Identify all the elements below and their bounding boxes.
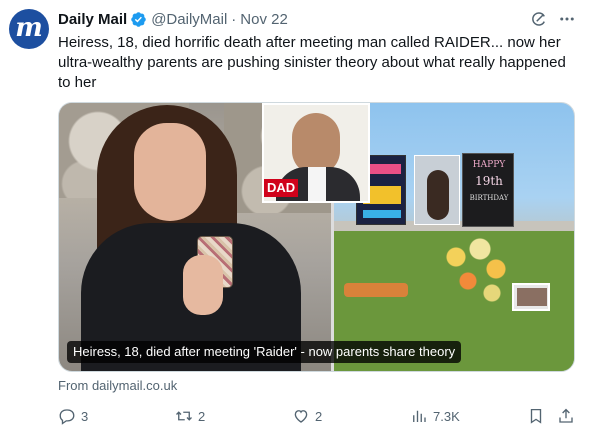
repost-button[interactable]: 2 bbox=[175, 405, 205, 427]
sign-text-age: 19th bbox=[475, 174, 503, 188]
post-media[interactable]: HAPPY 19th BIRTHDAY DAD Heiress, 18, die… bbox=[58, 102, 575, 372]
share-button[interactable] bbox=[557, 405, 575, 427]
reply-icon bbox=[59, 409, 75, 425]
like-icon bbox=[294, 410, 308, 423]
more-icon[interactable] bbox=[557, 10, 577, 28]
share-icon bbox=[559, 408, 573, 423]
post-header: Daily Mail @DailyMail · Nov 22 bbox=[58, 9, 288, 29]
grok-icon[interactable] bbox=[530, 10, 548, 28]
like-count: 2 bbox=[315, 408, 323, 424]
bookmark-icon bbox=[530, 408, 542, 424]
sign-text-birthday: BIRTHDAY bbox=[469, 194, 509, 202]
author-name[interactable]: Daily Mail bbox=[58, 11, 127, 28]
author-handle[interactable]: @DailyMail bbox=[151, 11, 227, 28]
views-count: 7.3K bbox=[433, 408, 460, 424]
author-avatar[interactable]: m bbox=[9, 9, 49, 49]
dad-badge: DAD bbox=[264, 179, 299, 197]
repost-icon bbox=[176, 411, 192, 421]
media-caption: Heiress, 18, died after meeting 'Raider'… bbox=[67, 341, 462, 363]
happy-birthday-sign: HAPPY 19th BIRTHDAY bbox=[462, 153, 514, 227]
flower-arrangement bbox=[440, 233, 520, 313]
post-date[interactable]: Nov 22 bbox=[240, 11, 288, 28]
post-text: Heiress, 18, died horrific death after m… bbox=[58, 34, 566, 91]
views-icon bbox=[413, 410, 426, 422]
photo-frame bbox=[512, 283, 550, 311]
sign-text-happy: HAPPY bbox=[472, 160, 506, 170]
like-button[interactable]: 2 bbox=[292, 405, 322, 427]
bookmark-button[interactable] bbox=[527, 405, 545, 427]
memorial-photo: HAPPY 19th BIRTHDAY bbox=[334, 103, 574, 371]
memorial-portrait bbox=[414, 155, 460, 225]
wooden-sign bbox=[344, 283, 408, 297]
link-source[interactable]: From dailymail.co.uk bbox=[58, 378, 177, 393]
reply-button[interactable]: 3 bbox=[58, 405, 88, 427]
repost-count: 2 bbox=[198, 408, 206, 424]
action-bar: 3 2 2 7.3K bbox=[58, 405, 575, 427]
avatar-letter: m bbox=[15, 13, 43, 43]
separator-dot: · bbox=[231, 10, 237, 28]
reply-count: 3 bbox=[81, 408, 89, 424]
views-button[interactable]: 7.3K bbox=[410, 405, 460, 427]
dad-inset-photo: DAD bbox=[262, 103, 370, 203]
verified-badge-icon bbox=[131, 11, 146, 27]
